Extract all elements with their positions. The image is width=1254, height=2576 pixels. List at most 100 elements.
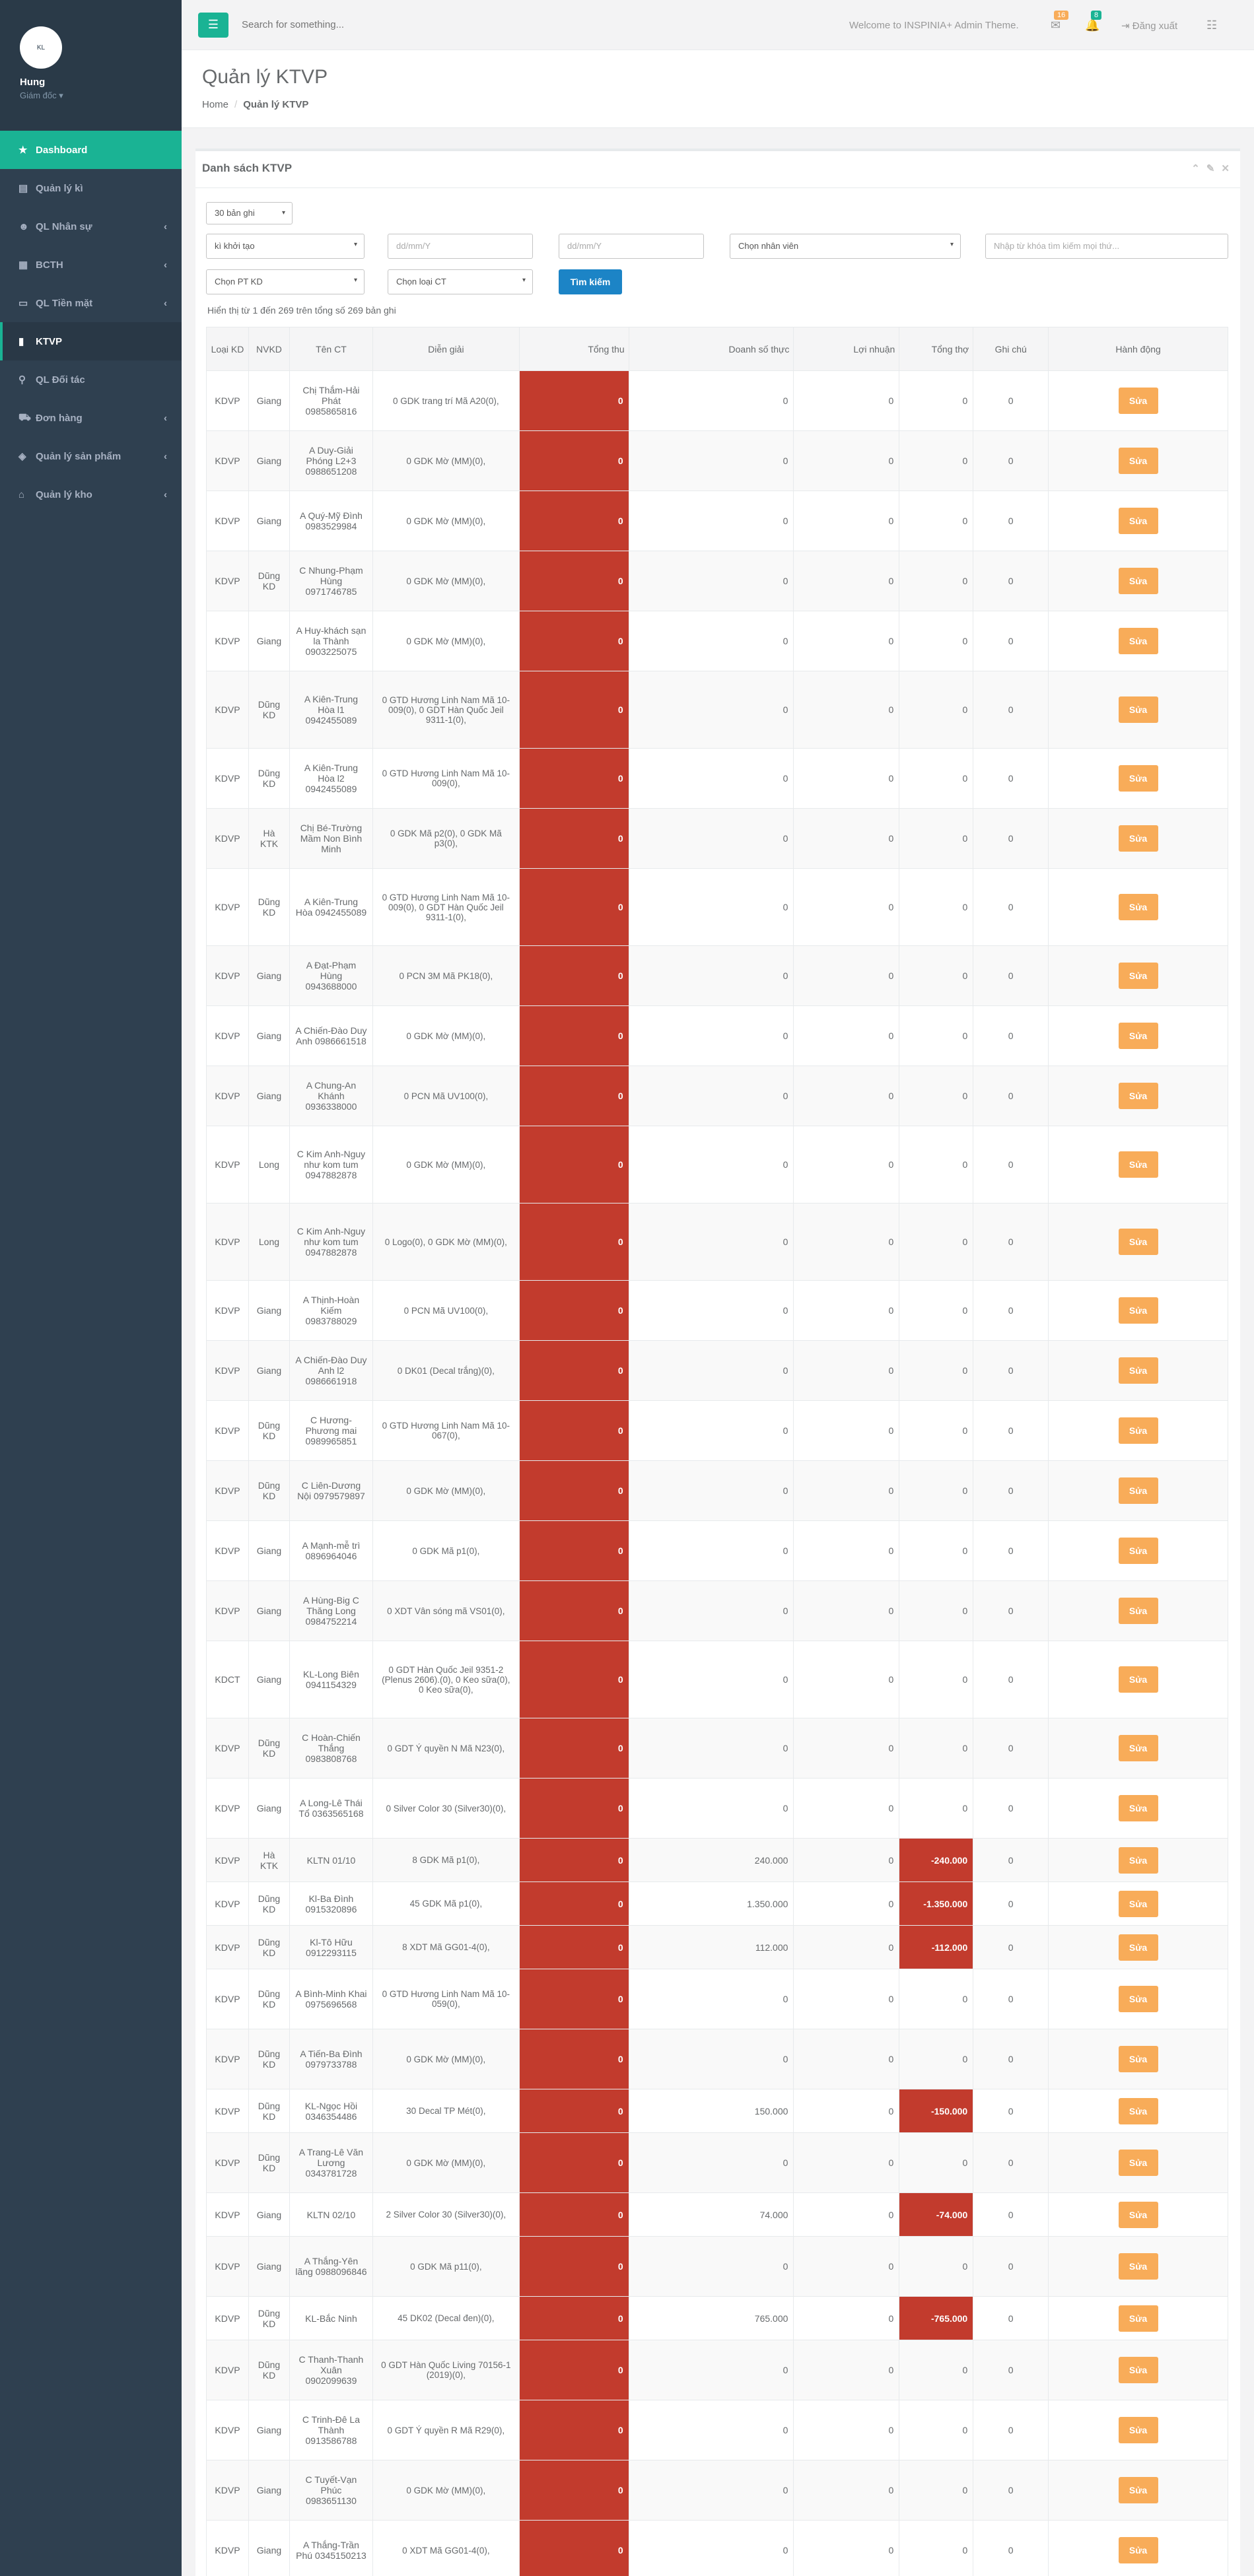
column-header[interactable]: NVKD	[248, 327, 290, 371]
profile-name[interactable]: Hung	[20, 77, 182, 88]
edit-button[interactable]: Sửa	[1118, 2253, 1158, 2280]
page-size-select[interactable]: 30 bản ghi ▾	[206, 202, 293, 224]
sidebar-item-don-hang[interactable]: ⛟ Đơn hàng ‹	[0, 399, 182, 437]
edit-button[interactable]: Sửa	[1118, 568, 1158, 594]
edit-button[interactable]: Sửa	[1118, 2477, 1158, 2503]
pt-kd-select[interactable]: Chọn PT KD ▾	[206, 269, 365, 294]
tong-thu-cell: 0	[518, 551, 629, 611]
sidebar-item-bcth[interactable]: ▦ BCTH ‹	[0, 246, 182, 284]
doanh-so-cell: 0	[628, 430, 794, 491]
edit-button[interactable]: Sửa	[1118, 2305, 1158, 2332]
sidebar-item-dashboard[interactable]: ★ Dashboard	[0, 131, 182, 169]
edit-button[interactable]: Sửa	[1118, 1357, 1158, 1384]
edit-button[interactable]: Sửa	[1118, 1477, 1158, 1504]
edit-button[interactable]: Sửa	[1118, 1229, 1158, 1255]
column-header[interactable]: Ghi chú	[973, 327, 1049, 371]
chevron-down-icon: ▾	[281, 209, 285, 217]
edit-button[interactable]: Sửa	[1118, 1986, 1158, 2012]
date-from-input[interactable]: dd/mm/Y	[388, 234, 533, 259]
date-to-input[interactable]: dd/mm/Y	[559, 234, 704, 259]
edit-button[interactable]: Sửa	[1118, 1598, 1158, 1624]
column-header[interactable]: Hành động	[1048, 327, 1228, 371]
edit-button[interactable]: Sửa	[1118, 388, 1158, 414]
bell-icon[interactable]: 🔔	[1085, 18, 1099, 32]
edit-button[interactable]: Sửa	[1118, 628, 1158, 654]
tong-thu-cell: 0	[518, 1580, 629, 1641]
collapse-icon[interactable]: ⌃	[1191, 163, 1200, 174]
ct-type-select[interactable]: Chọn loại CT ▾	[388, 269, 533, 294]
edit-button[interactable]: Sửa	[1118, 825, 1158, 852]
edit-button[interactable]: Sửa	[1118, 1890, 1158, 1917]
edit-button[interactable]: Sửa	[1118, 1417, 1158, 1444]
tasks-icon[interactable]: ☷	[1206, 18, 1217, 32]
tong-thu-cell: 0	[518, 2089, 629, 2133]
edit-button[interactable]: Sửa	[1118, 765, 1158, 792]
column-header[interactable]: Tổng thợ	[899, 327, 974, 371]
keyword-search-input[interactable]: Nhập từ khóa tìm kiếm mọi thứ...	[985, 234, 1228, 259]
loai-kd-cell: KDVP	[206, 1881, 249, 1926]
nvkd-cell: Giang	[248, 1641, 290, 1718]
edit-button[interactable]: Sửa	[1118, 963, 1158, 989]
profile-role-dropdown[interactable]: Giám đốc ▾	[20, 90, 182, 101]
edit-button[interactable]: Sửa	[1118, 894, 1158, 920]
logout-link[interactable]: ⇥ Đăng xuất	[1121, 20, 1177, 32]
edit-button[interactable]: Sửa	[1118, 1151, 1158, 1178]
chevron-left-icon: ‹	[164, 220, 167, 232]
search-button[interactable]: Tìm kiếm	[559, 269, 622, 294]
breadcrumb-home-link[interactable]: Home	[202, 99, 228, 110]
column-header[interactable]: Loại KD	[206, 327, 249, 371]
action-cell: Sửa	[1048, 2236, 1228, 2297]
loi-nhuan-cell: 0	[793, 1838, 900, 1882]
tong-tho-cell: 0	[899, 1340, 974, 1401]
sidebar-item-ktvp[interactable]: ▮ KTVP	[0, 322, 182, 360]
menu-toggle-button[interactable]: ☰	[198, 12, 228, 38]
edit-button[interactable]: Sửa	[1118, 1297, 1158, 1324]
close-icon[interactable]: ✕	[1221, 163, 1230, 174]
edit-button[interactable]: Sửa	[1118, 2097, 1158, 2124]
column-header[interactable]: Lợi nhuận	[793, 327, 900, 371]
column-header[interactable]: Tên CT	[289, 327, 373, 371]
edit-button[interactable]: Sửa	[1118, 1023, 1158, 1049]
edit-button[interactable]: Sửa	[1118, 1847, 1158, 1874]
chevron-left-icon: ‹	[164, 412, 167, 424]
envelope-icon[interactable]: ✉	[1051, 18, 1061, 32]
wrench-icon[interactable]: ✎	[1206, 163, 1215, 174]
sidebar-item-ql-nhan-su[interactable]: ☻ QL Nhân sự ‹	[0, 207, 182, 246]
edit-button[interactable]: Sửa	[1118, 1666, 1158, 1693]
edit-button[interactable]: Sửa	[1118, 2417, 1158, 2443]
edit-button[interactable]: Sửa	[1118, 1735, 1158, 1761]
edit-button[interactable]: Sửa	[1118, 1538, 1158, 1564]
avatar[interactable]: KL	[20, 26, 62, 69]
edit-button[interactable]: Sửa	[1118, 2046, 1158, 2072]
top-search-input[interactable]	[242, 19, 572, 30]
sidebar-item-quan-ly-san-pham[interactable]: ◈ Quản lý sản phẩm ‹	[0, 437, 182, 475]
sidebar-item-ql-doi-tac[interactable]: ⚲ QL Đối tác	[0, 360, 182, 399]
sidebar-item-ql-tien-mat[interactable]: ▭ QL Tiền mặt ‹	[0, 284, 182, 322]
column-header[interactable]: Doanh số thực	[628, 327, 794, 371]
column-header[interactable]: Diễn giải	[372, 327, 520, 371]
loai-kd-cell: KDVP	[206, 491, 249, 551]
action-cell: Sửa	[1048, 2029, 1228, 2089]
ki-select[interactable]: kì khởi tạo ▾	[206, 234, 365, 259]
edit-button[interactable]: Sửa	[1118, 448, 1158, 474]
staff-select[interactable]: Chọn nhân viên ▾	[730, 234, 961, 259]
column-header[interactable]: Tổng thu	[518, 327, 629, 371]
edit-button[interactable]: Sửa	[1118, 2357, 1158, 2383]
doanh-so-cell: 0	[628, 2236, 794, 2297]
nvkd-cell: Giang	[248, 2192, 290, 2237]
edit-button[interactable]: Sửa	[1118, 508, 1158, 534]
sidebar-item-quan-ly-ki[interactable]: ▤ Quản lý kì	[0, 169, 182, 207]
edit-button[interactable]: Sửa	[1118, 1795, 1158, 1821]
loi-nhuan-cell: 0	[793, 430, 900, 491]
edit-button[interactable]: Sửa	[1118, 696, 1158, 723]
edit-button[interactable]: Sửa	[1118, 2537, 1158, 2563]
tong-tho-cell: -150.000	[899, 2089, 974, 2133]
edit-button[interactable]: Sửa	[1118, 1083, 1158, 1109]
ghi-chu-cell: 0	[973, 551, 1049, 611]
edit-button[interactable]: Sửa	[1118, 2201, 1158, 2228]
edit-button[interactable]: Sửa	[1118, 2150, 1158, 2176]
doanh-so-cell: 0	[628, 1400, 794, 1461]
sidebar-item-quan-ly-kho[interactable]: ⌂ Quản lý kho ‹	[0, 475, 182, 514]
edit-button[interactable]: Sửa	[1118, 1934, 1158, 1961]
nvkd-cell: Dũng KD	[248, 2089, 290, 2133]
